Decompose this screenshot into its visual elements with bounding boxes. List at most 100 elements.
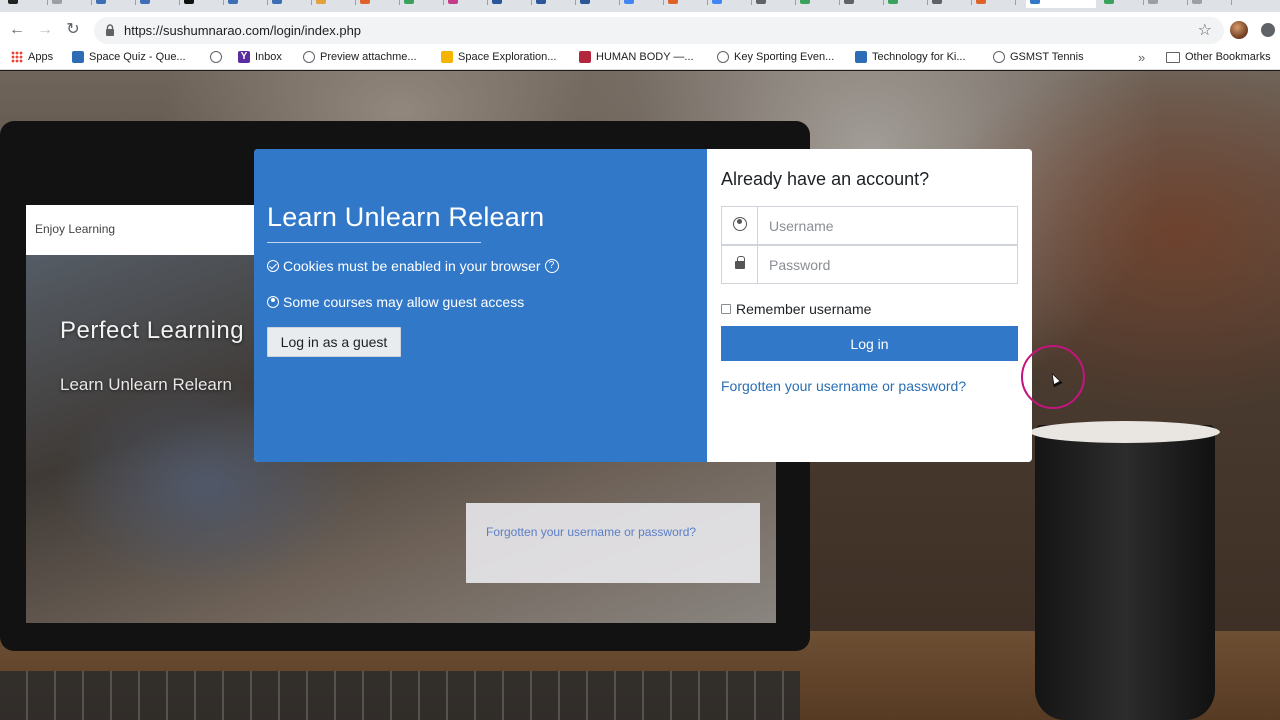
lock-icon: [106, 24, 114, 36]
browser-tab-active[interactable]: [1026, 0, 1096, 8]
browser-tab[interactable]: [48, 0, 92, 8]
browser-tab[interactable]: [708, 0, 752, 8]
bookmark-label: GSMST Tennis: [1010, 51, 1084, 63]
bookmark-label: Preview attachme...: [320, 51, 417, 63]
browser-tab[interactable]: [884, 0, 928, 8]
login-card: Learn Unlearn Relearn Cookies must be en…: [254, 149, 1032, 462]
username-addon: [722, 207, 758, 244]
background-headline: Perfect Learning: [60, 317, 245, 344]
browser-tab[interactable]: [444, 0, 488, 8]
bookmark-favicon-icon: [579, 51, 591, 63]
bookmark-item[interactable]: Key Sporting Even...: [717, 51, 834, 63]
browser-tab[interactable]: [356, 0, 400, 8]
back-arrow-icon[interactable]: ←: [7, 20, 27, 40]
browser-tab[interactable]: [620, 0, 664, 8]
browser-tab[interactable]: [840, 0, 884, 8]
browser-tab[interactable]: [532, 0, 576, 8]
password-group: [721, 245, 1018, 284]
reload-icon[interactable]: ↻: [63, 20, 83, 40]
bookmarks-overflow-button[interactable]: »: [1138, 50, 1145, 65]
browser-tab[interactable]: [268, 0, 312, 8]
forgot-password-link[interactable]: Forgotten your username or password?: [721, 378, 966, 394]
bookmark-label: Inbox: [255, 51, 282, 63]
login-form-panel: Already have an account? Remember userna…: [707, 149, 1032, 462]
yahoo-icon: Y: [238, 51, 250, 63]
bookmark-label: Technology for Ki...: [872, 51, 966, 63]
other-bookmarks[interactable]: Other Bookmarks: [1166, 51, 1271, 63]
remember-checkbox[interactable]: [721, 304, 731, 314]
user-circle-icon: [267, 296, 279, 308]
bookmark-item[interactable]: HUMAN BODY —...: [579, 51, 694, 63]
bookmark-apps[interactable]: Apps: [11, 51, 53, 63]
title-divider: [267, 242, 481, 243]
globe-icon: [717, 51, 729, 63]
background-cup-rim: [1030, 421, 1220, 443]
browser-tab[interactable]: [1100, 0, 1144, 8]
bookmark-star-icon[interactable]: ☆: [1198, 20, 1212, 40]
help-icon[interactable]: ?: [544, 259, 559, 273]
password-input[interactable]: [759, 246, 1017, 283]
globe-icon: [210, 51, 222, 63]
forward-arrow-icon[interactable]: →: [35, 20, 55, 40]
bookmark-label: Apps: [28, 51, 54, 63]
bookmark-label: Space Exploration...: [458, 51, 557, 63]
browser-tab[interactable]: [1144, 0, 1188, 8]
apps-grid-icon: [11, 51, 23, 63]
bookmark-item[interactable]: GSMST Tennis: [993, 51, 1084, 63]
browser-tab[interactable]: [664, 0, 708, 8]
browser-tab[interactable]: [972, 0, 1016, 8]
lock-icon: [735, 256, 745, 269]
address-url[interactable]: https://sushumnarao.com/login/index.php: [124, 23, 361, 38]
browser-tab[interactable]: [796, 0, 840, 8]
browser-tab[interactable]: [752, 0, 796, 8]
background-cup: [1035, 425, 1215, 720]
browser-tab[interactable]: [224, 0, 268, 8]
guest-login-button[interactable]: Log in as a guest: [267, 327, 401, 357]
globe-icon: [303, 51, 315, 63]
browser-tab[interactable]: [928, 0, 972, 8]
folder-icon: [1166, 51, 1180, 63]
browser-tab[interactable]: [576, 0, 620, 8]
bookmark-label: HUMAN BODY —...: [596, 51, 694, 63]
password-addon: [722, 246, 758, 283]
remember-label: Remember username: [736, 301, 872, 317]
cookies-notice: Cookies must be enabled in your browser …: [267, 258, 559, 274]
guest-notice: Some courses may allow guest access: [267, 294, 524, 310]
browser-tab[interactable]: [180, 0, 224, 8]
background-brand: Enjoy Learning: [35, 222, 116, 236]
bookmark-item[interactable]: Y Inbox: [238, 51, 282, 63]
bookmark-label: Key Sporting Even...: [734, 51, 835, 63]
login-info-panel: Learn Unlearn Relearn Cookies must be en…: [254, 149, 707, 462]
browser-toolbar: ← → ↻ https://sushumnarao.com/login/inde…: [0, 12, 1280, 48]
browser-tab[interactable]: [4, 0, 48, 8]
bookmark-label: Space Quiz - Que...: [89, 51, 186, 63]
check-circle-icon: [267, 260, 279, 272]
login-heading: Already have an account?: [721, 169, 930, 189]
username-group: [721, 206, 1018, 245]
address-bar[interactable]: https://sushumnarao.com/login/index.php …: [94, 17, 1224, 44]
bookmark-item[interactable]: Space Quiz - Que...: [72, 51, 186, 63]
bookmark-favicon-icon: [72, 51, 84, 63]
username-input[interactable]: [759, 207, 1017, 244]
bookmark-item[interactable]: Technology for Ki...: [855, 51, 966, 63]
browser-tab[interactable]: [312, 0, 356, 8]
bookmark-item[interactable]: [210, 51, 222, 63]
remember-username[interactable]: Remember username: [721, 301, 871, 317]
bookmarks-bar: Apps Space Quiz - Que... Y Inbox Preview…: [0, 48, 1280, 70]
tab-strip: [0, 0, 1280, 12]
browser-tab[interactable]: [136, 0, 180, 8]
profile-avatar[interactable]: [1230, 21, 1248, 39]
bookmark-item[interactable]: Space Exploration...: [441, 51, 556, 63]
background-subheadline: Learn Unlearn Relearn: [60, 375, 232, 394]
extension-icon[interactable]: [1261, 23, 1275, 37]
login-button[interactable]: Log in: [721, 326, 1018, 361]
background-forgot-link: Forgotten your username or password?: [486, 525, 697, 539]
browser-tab[interactable]: [92, 0, 136, 8]
bookmark-item[interactable]: Preview attachme...: [303, 51, 417, 63]
site-title: Learn Unlearn Relearn: [267, 202, 545, 232]
browser-tab[interactable]: [1188, 0, 1232, 8]
cookies-notice-text: Cookies must be enabled in your browser: [283, 258, 541, 274]
guest-notice-text: Some courses may allow guest access: [283, 294, 525, 310]
browser-tab[interactable]: [488, 0, 532, 8]
browser-tab[interactable]: [400, 0, 444, 8]
